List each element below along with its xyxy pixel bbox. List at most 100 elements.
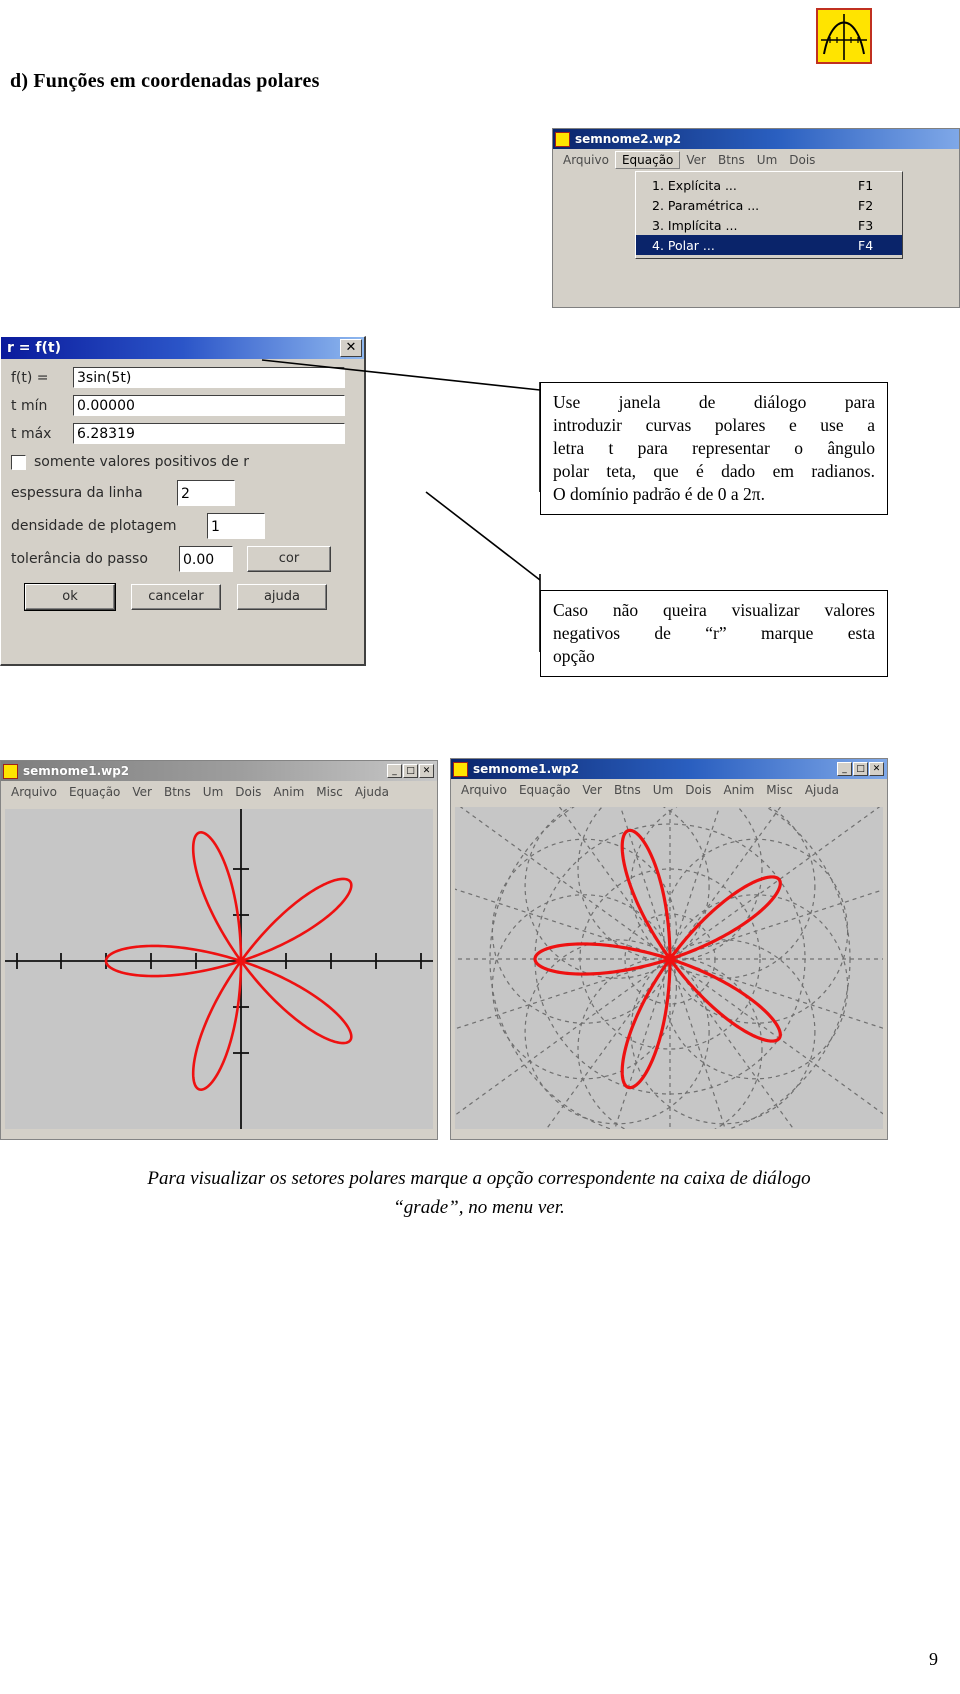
plot-window-right: semnome1.wp2 _ □ ✕ Arquivo Equação Ver B… xyxy=(450,758,888,1140)
ft-row: f(t) = 3sin(5t) xyxy=(11,367,354,388)
menu-window-menubar: Arquivo Equação Ver Btns Um Dois xyxy=(553,149,959,171)
dropdown-item-polar[interactable]: 4. Polar ... F4 xyxy=(636,235,902,255)
dropdown-item-label: 2. Paramétrica ... xyxy=(652,197,760,213)
minimize-icon[interactable]: _ xyxy=(837,762,852,776)
menu-window-title: semnome2.wp2 xyxy=(575,132,682,146)
maximize-icon[interactable]: □ xyxy=(853,762,868,776)
ft-input[interactable]: 3sin(5t) xyxy=(73,367,345,388)
line-thickness-input[interactable]: 2 xyxy=(177,480,235,506)
plot-canvas-polar[interactable] xyxy=(455,807,883,1129)
dropdown-item-shortcut: F3 xyxy=(858,217,874,233)
color-button[interactable]: cor xyxy=(247,546,331,572)
close-icon[interactable]: ✕ xyxy=(419,764,434,778)
menu-item-ajuda[interactable]: Ajuda xyxy=(799,782,845,798)
callout-line: introduzir curvas polares e use a xyxy=(553,415,875,436)
callout-box-negative-values: Caso não queira visualizar valores negat… xyxy=(540,590,888,678)
menu-item-ver[interactable]: Ver xyxy=(680,152,712,168)
callout-line: opção xyxy=(553,646,595,667)
dropdown-item-label: 1. Explícita ... xyxy=(652,177,737,193)
plot-window-left-menubar: Arquivo Equação Ver Btns Um Dois Anim Mi… xyxy=(1,781,437,803)
dropdown-item-label: 3. Implícita ... xyxy=(652,217,738,233)
menu-item-arquivo[interactable]: Arquivo xyxy=(557,152,615,168)
plot-density-row: densidade de plotagem 1 xyxy=(11,513,354,539)
dropdown-item-shortcut: F1 xyxy=(858,177,874,193)
menu-item-btns[interactable]: Btns xyxy=(712,152,751,168)
window-icon xyxy=(3,763,18,779)
polar-dialog-title: r = f(t) xyxy=(7,340,61,356)
callout-line: Use janela de diálogo para xyxy=(553,392,875,412)
help-button[interactable]: ajuda xyxy=(237,584,327,610)
cancel-button[interactable]: cancelar xyxy=(131,584,221,610)
menu-item-equacao[interactable]: Equação xyxy=(63,784,126,800)
positive-values-checkbox[interactable] xyxy=(11,454,26,470)
menu-item-um[interactable]: Um xyxy=(647,782,679,798)
menu-item-ver[interactable]: Ver xyxy=(126,784,158,800)
menu-item-arquivo[interactable]: Arquivo xyxy=(5,784,63,800)
dialog-button-row: ok cancelar ajuda xyxy=(11,583,354,611)
close-icon[interactable]: ✕ xyxy=(869,762,884,776)
maximize-icon[interactable]: □ xyxy=(403,764,418,778)
menu-item-equacao[interactable]: Equação xyxy=(513,782,576,798)
plot-window-left-title: semnome1.wp2 xyxy=(23,764,130,778)
menu-item-dois[interactable]: Dois xyxy=(783,152,821,168)
menu-item-ver[interactable]: Ver xyxy=(576,782,608,798)
tmin-input[interactable]: 0.00000 xyxy=(73,395,345,416)
callout-line: letra t para representar o ângulo xyxy=(553,438,875,459)
bottom-caption: Para visualizar os setores polares marqu… xyxy=(14,1165,944,1222)
menu-item-misc[interactable]: Misc xyxy=(760,782,799,798)
plot-window-right-titlebar[interactable]: semnome1.wp2 _ □ ✕ xyxy=(451,759,887,779)
caption-line-1: Para visualizar os setores polares marqu… xyxy=(147,1168,811,1189)
line-thickness-label: espessura da linha xyxy=(11,485,143,501)
window-icon xyxy=(555,131,570,147)
dropdown-item-implicita[interactable]: 3. Implícita ... F3 xyxy=(636,215,902,235)
polar-dialog-titlebar[interactable]: r = f(t) ✕ xyxy=(1,337,364,359)
menu-item-dois[interactable]: Dois xyxy=(229,784,267,800)
dropdown-item-label: 4. Polar ... xyxy=(652,237,715,253)
menu-item-um[interactable]: Um xyxy=(751,152,783,168)
close-icon[interactable]: ✕ xyxy=(340,339,362,357)
polar-equation-dialog: r = f(t) ✕ f(t) = 3sin(5t) t mín 0.00000… xyxy=(0,336,366,666)
callout-line: Caso não queira visualizar valores xyxy=(553,600,875,620)
tmax-input[interactable]: 6.28319 xyxy=(73,423,345,444)
plot-window-left: semnome1.wp2 _ □ ✕ Arquivo Equação Ver B… xyxy=(0,760,438,1140)
callout-line: O domínio padrão é de 0 a 2π. xyxy=(553,484,765,505)
menu-window: semnome2.wp2 Arquivo Equação Ver Btns Um… xyxy=(552,128,960,308)
plot-window-right-title: semnome1.wp2 xyxy=(473,762,580,776)
positive-values-label: somente valores positivos de r xyxy=(34,454,249,470)
equacao-dropdown-menu: 1. Explícita ... F1 2. Paramétrica ... F… xyxy=(635,171,903,259)
minimize-icon[interactable]: _ xyxy=(387,764,402,778)
plot-window-left-titlebar[interactable]: semnome1.wp2 _ □ ✕ xyxy=(1,761,437,781)
caption-line-2: “grade”, no menu ver. xyxy=(393,1196,565,1218)
menu-item-btns[interactable]: Btns xyxy=(608,782,647,798)
menu-item-anim[interactable]: Anim xyxy=(267,784,310,800)
window-icon xyxy=(453,761,468,777)
callout-line: polar teta, que é dado em radianos. xyxy=(553,461,875,482)
menu-item-equacao[interactable]: Equação xyxy=(614,151,681,169)
polar-dialog-body: f(t) = 3sin(5t) t mín 0.00000 t máx 6.28… xyxy=(1,359,364,625)
menu-item-arquivo[interactable]: Arquivo xyxy=(455,782,513,798)
plot-density-input[interactable]: 1 xyxy=(207,513,265,539)
menu-item-um[interactable]: Um xyxy=(197,784,229,800)
window-controls: _ □ ✕ xyxy=(387,764,435,778)
dropdown-item-explicita[interactable]: 1. Explícita ... F1 xyxy=(636,175,902,195)
step-tolerance-row: tolerância do passo 0.00 cor xyxy=(11,546,354,572)
menu-item-btns[interactable]: Btns xyxy=(158,784,197,800)
dropdown-item-parametrica[interactable]: 2. Paramétrica ... F2 xyxy=(636,195,902,215)
line-thickness-row: espessura da linha 2 xyxy=(11,480,354,506)
plot-canvas-cartesian[interactable] xyxy=(5,809,433,1129)
step-tolerance-input[interactable]: 0.00 xyxy=(179,546,233,572)
menu-item-ajuda[interactable]: Ajuda xyxy=(349,784,395,800)
window-controls: _ □ ✕ xyxy=(837,762,885,776)
menu-item-anim[interactable]: Anim xyxy=(717,782,760,798)
ok-button[interactable]: ok xyxy=(24,583,116,611)
menu-item-misc[interactable]: Misc xyxy=(310,784,349,800)
positive-only-row: somente valores positivos de r xyxy=(11,454,354,470)
step-tolerance-label: tolerância do passo xyxy=(11,551,148,567)
menu-window-titlebar[interactable]: semnome2.wp2 xyxy=(553,129,959,149)
menu-item-dois[interactable]: Dois xyxy=(679,782,717,798)
plot-window-right-menubar: Arquivo Equação Ver Btns Um Dois Anim Mi… xyxy=(451,779,887,801)
page-number: 9 xyxy=(929,1649,938,1669)
tmin-label: t mín xyxy=(11,397,48,414)
tmax-row: t máx 6.28319 xyxy=(11,423,354,444)
tmax-label: t máx xyxy=(11,425,52,442)
